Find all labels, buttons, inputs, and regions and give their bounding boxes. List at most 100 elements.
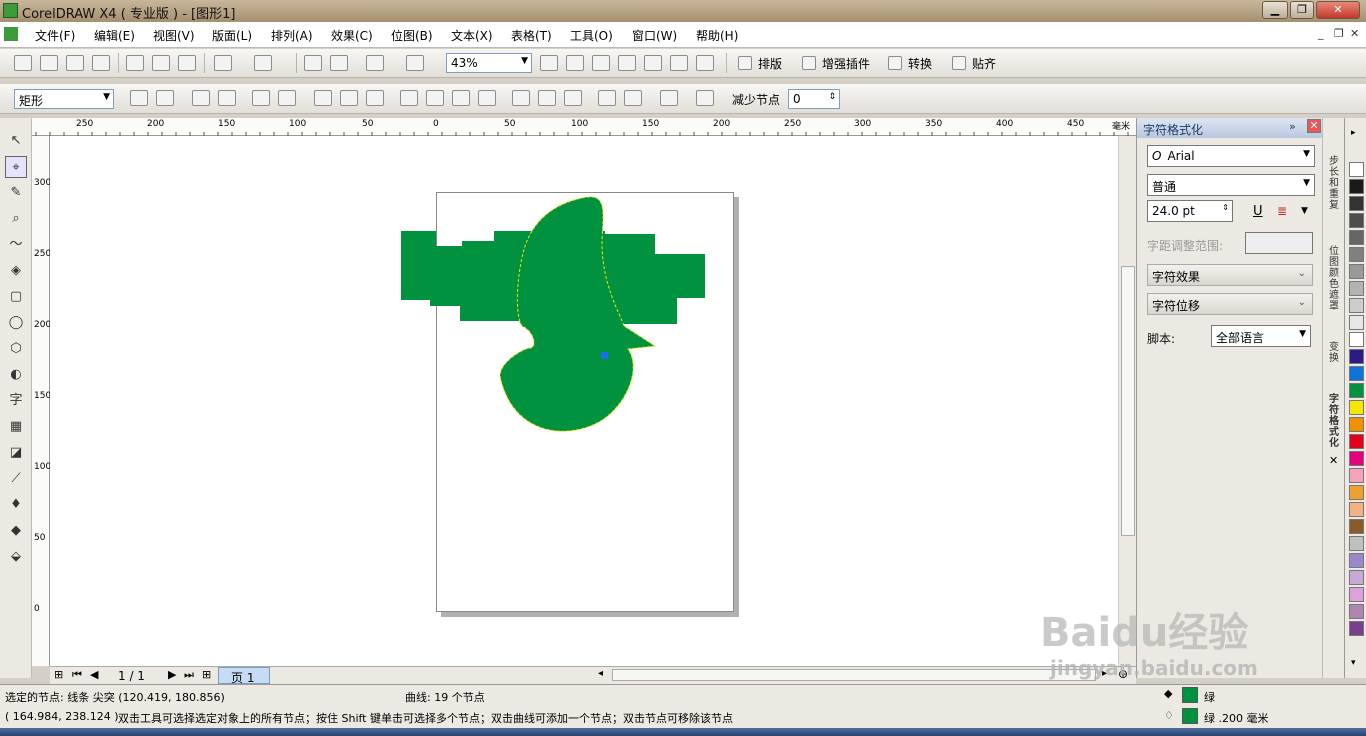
zoom-tool-icon[interactable]: ⌕ [5, 208, 27, 230]
scroll-left-icon[interactable]: ◂ [598, 668, 603, 679]
zoom-selected-icon[interactable] [592, 55, 610, 71]
print-icon[interactable] [92, 55, 110, 71]
palette-swatch[interactable] [1349, 383, 1364, 398]
smooth-node-icon[interactable] [340, 90, 358, 106]
undo-icon[interactable] [214, 55, 232, 71]
menu-table[interactable]: 表格(T) [511, 27, 552, 44]
underline-icon[interactable]: U [1253, 204, 1263, 219]
palette-swatch[interactable] [1349, 332, 1364, 347]
add-page-before-icon[interactable]: ⊞ [54, 668, 63, 681]
export-icon[interactable] [330, 55, 348, 71]
docker-tab-close-icon[interactable]: ✕ [1329, 454, 1338, 467]
symmetric-node-icon[interactable] [366, 90, 384, 106]
add-node-icon[interactable] [130, 90, 148, 106]
palette-swatch[interactable] [1349, 519, 1364, 534]
menu-layout[interactable]: 版面(L) [212, 27, 252, 44]
doc-minimize-button[interactable]: _ [1318, 27, 1324, 40]
extract-subpath-icon[interactable] [452, 90, 470, 106]
palette-swatch[interactable] [1349, 247, 1364, 262]
new-file-icon[interactable] [14, 55, 32, 71]
docker-close-icon[interactable]: ✕ [1307, 119, 1321, 133]
fill-swatch[interactable] [1182, 687, 1198, 703]
import-icon[interactable] [304, 55, 322, 71]
welcome-screen-icon[interactable] [406, 55, 424, 71]
break-curve-icon[interactable] [218, 90, 236, 106]
rectangle-tool-icon[interactable]: ▢ [5, 286, 27, 308]
docker-tab-step-repeat[interactable]: 步长和重复 [1327, 156, 1341, 211]
menu-window[interactable]: 窗口(W) [632, 27, 677, 44]
table-tool-icon[interactable]: ▦ [5, 416, 27, 438]
kerning-range-input[interactable] [1245, 232, 1313, 254]
copy-icon[interactable] [152, 55, 170, 71]
palette-swatch[interactable] [1349, 281, 1364, 296]
outline-swatch[interactable] [1182, 708, 1198, 724]
vertical-scrollbar[interactable] [1118, 136, 1136, 666]
prev-page-icon[interactable]: ◀ [90, 668, 98, 681]
docker-tab-bitmap-mask[interactable]: 位图颜色遮罩 [1327, 246, 1341, 312]
vertical-ruler[interactable]: 300 250 200 150 100 50 0 [32, 136, 51, 666]
menu-file[interactable]: 文件(F) [35, 27, 75, 44]
select-all-nodes-icon[interactable] [696, 90, 714, 106]
shape-tool-icon[interactable]: ⌖ [5, 156, 27, 178]
palette-swatch[interactable] [1349, 536, 1364, 551]
auto-close-icon[interactable] [478, 90, 496, 106]
zoom-all-icon[interactable] [618, 55, 636, 71]
save-icon[interactable] [66, 55, 84, 71]
layout-button[interactable]: 排版 [758, 55, 782, 72]
add-page-after-icon[interactable]: ⊞ [202, 668, 211, 681]
zoom-height-icon[interactable] [696, 55, 714, 71]
menu-effects[interactable]: 效果(C) [331, 27, 373, 44]
palette-swatch[interactable] [1349, 196, 1364, 211]
reverse-direction-icon[interactable] [400, 90, 418, 106]
font-size-input[interactable]: 24.0 pt ⇕ [1147, 200, 1233, 222]
docker-tab-char-format[interactable]: 字符格式化 [1327, 394, 1341, 449]
application-launcher-icon[interactable] [366, 55, 384, 71]
reduce-nodes-input[interactable]: 0 ⇕ [788, 89, 840, 109]
cusp-node-icon[interactable] [314, 90, 332, 106]
menu-bitmaps[interactable]: 位图(B) [391, 27, 433, 44]
palette-swatch[interactable] [1349, 570, 1364, 585]
palette-scroll-down-icon[interactable]: ▾ [1351, 658, 1356, 668]
stretch-nodes-icon[interactable] [512, 90, 530, 106]
zoom-level-select[interactable]: 43% ▼ [446, 53, 532, 73]
artwork[interactable] [50, 136, 1118, 666]
menu-tools[interactable]: 工具(O) [570, 27, 613, 44]
ellipse-tool-icon[interactable]: ◯ [5, 312, 27, 334]
menu-view[interactable]: 视图(V) [153, 27, 195, 44]
menu-text[interactable]: 文本(X) [451, 27, 493, 44]
palette-swatch[interactable] [1349, 230, 1364, 245]
eyedropper-tool-icon[interactable]: ⟋ [5, 468, 27, 490]
extend-curve-icon[interactable] [426, 90, 444, 106]
palette-swatch[interactable] [1349, 179, 1364, 194]
maximize-button[interactable]: ❐ [1290, 1, 1314, 19]
doc-restore-button[interactable]: ❐ [1334, 27, 1344, 40]
zoom-width-icon[interactable] [670, 55, 688, 71]
palette-swatch[interactable] [1349, 366, 1364, 381]
rotate-nodes-icon[interactable] [538, 90, 556, 106]
palette-swatch[interactable] [1349, 553, 1364, 568]
zoom-out-icon[interactable] [566, 55, 584, 71]
palette-swatch[interactable] [1349, 162, 1364, 177]
palette-swatch[interactable] [1349, 264, 1364, 279]
join-nodes-icon[interactable] [192, 90, 210, 106]
freehand-tool-icon[interactable]: 〜 [5, 234, 27, 256]
close-button[interactable]: ✕ [1316, 1, 1360, 19]
palette-swatch[interactable] [1349, 213, 1364, 228]
palette-swatch[interactable] [1349, 621, 1364, 636]
open-file-icon[interactable] [40, 55, 58, 71]
smart-fill-tool-icon[interactable]: ◈ [5, 260, 27, 282]
font-style-select[interactable]: 普通 ▼ [1147, 174, 1315, 196]
cut-icon[interactable] [126, 55, 144, 71]
palette-swatch[interactable] [1349, 298, 1364, 313]
palette-scroll-up-icon[interactable]: ▸ [1351, 128, 1356, 138]
first-page-icon[interactable]: ⏮ [72, 668, 82, 682]
palette-swatch[interactable] [1349, 485, 1364, 500]
next-page-icon[interactable]: ▶ [168, 668, 176, 681]
outline-tool-icon[interactable]: ♦ [5, 494, 27, 516]
more-options-icon[interactable]: ▼ [1301, 206, 1308, 216]
horizontal-ruler[interactable]: 250 200 150 100 50 0 50 100 150 200 250 … [32, 118, 1136, 136]
pick-tool-icon[interactable]: ↖ [5, 130, 27, 152]
last-page-icon[interactable]: ⏭ [184, 668, 194, 682]
palette-swatch[interactable] [1349, 315, 1364, 330]
vertical-scroll-thumb[interactable] [1121, 266, 1135, 536]
